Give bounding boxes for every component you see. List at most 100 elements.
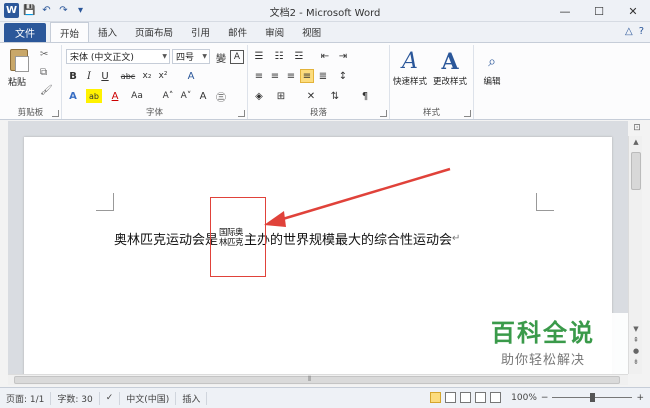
shading-icon[interactable]: ◈ [252, 89, 266, 103]
horizontal-scroll-thumb[interactable] [14, 376, 620, 384]
clipboard-group: 粘贴 ✂ ⧉ 🖌 剪贴板 [0, 45, 62, 119]
shrink-font-icon[interactable]: A˅ [178, 89, 194, 103]
tab-references[interactable]: 引用 [182, 22, 219, 42]
styles-group: A 快速样式 A 更改样式 样式 [390, 45, 474, 119]
zoom-slider[interactable] [552, 393, 633, 402]
font-name-combo[interactable]: 宋体 (中文正文) ▼ [66, 49, 170, 64]
strikethrough-button[interactable]: abc [118, 69, 138, 83]
zoom-out-button[interactable]: − [541, 393, 549, 403]
insert-mode[interactable]: 插入 [176, 391, 208, 405]
customize-qat-icon[interactable]: ▾ [74, 4, 87, 17]
quick-styles-icon: A [402, 49, 418, 74]
copy-icon[interactable]: ⧉ [40, 67, 47, 78]
subscript-button[interactable]: x₂ [140, 69, 154, 83]
character-border-icon[interactable]: A [230, 50, 244, 64]
asian-layout-icon[interactable]: ✕ [304, 89, 318, 103]
tab-insert[interactable]: 插入 [89, 22, 126, 42]
close-button[interactable]: ✕ [616, 0, 650, 22]
redo-icon[interactable]: ↷ [57, 4, 70, 17]
horizontal-scrollbar[interactable]: ⦀ [8, 374, 628, 385]
zoom-slider-thumb[interactable] [590, 393, 596, 402]
increase-indent-icon[interactable]: ⇥ [336, 49, 350, 63]
zoom-in-button[interactable]: + [636, 393, 644, 403]
change-styles-button[interactable]: A 更改样式 [432, 49, 468, 87]
web-layout-view-icon[interactable] [460, 392, 472, 403]
vertical-scrollbar[interactable]: ▲ ▼ ⇞ ● ⇟ [628, 136, 642, 374]
font-launcher-icon[interactable] [238, 110, 245, 117]
superscript-button[interactable]: x² [156, 69, 170, 83]
language-indicator[interactable]: 中文(中国) [120, 391, 177, 405]
line-spacing-icon[interactable]: ↕ [336, 69, 350, 83]
styles-group-label: 样式 [422, 108, 440, 118]
sort-icon[interactable]: ⇅ [328, 89, 342, 103]
undo-icon[interactable]: ↶ [40, 4, 53, 17]
minimize-ribbon-icon[interactable]: △ [625, 26, 633, 37]
show-marks-icon[interactable]: ¶ [358, 89, 372, 103]
help-icon[interactable]: ? [639, 26, 644, 37]
justify-icon[interactable]: ≡ [300, 69, 314, 83]
enclosed-characters-icon[interactable]: ㊂ [214, 89, 228, 104]
tab-page-layout[interactable]: 页面布局 [126, 22, 182, 42]
word-logo-icon[interactable]: W [4, 3, 19, 18]
align-center-icon[interactable]: ≡ [268, 69, 282, 83]
paste-button[interactable]: 粘贴 [8, 75, 26, 88]
phonetic-guide-icon[interactable]: 變 [214, 50, 228, 65]
italic-button[interactable]: I [82, 69, 96, 83]
tab-view[interactable]: 视图 [293, 22, 330, 42]
align-left-icon[interactable]: ≡ [252, 69, 266, 83]
page-count[interactable]: 页面: 1/1 [0, 391, 52, 405]
format-painter-icon[interactable]: 🖌 [40, 85, 53, 96]
scroll-up-icon[interactable]: ▲ [629, 138, 643, 146]
tab-home[interactable]: 开始 [50, 22, 90, 42]
multilevel-list-icon[interactable]: ☲ [292, 49, 306, 63]
change-case-icon[interactable]: Aa [128, 89, 146, 103]
quick-access-toolbar: W 💾 ↶ ↷ ▾ [4, 3, 87, 18]
maximize-button[interactable]: ☐ [582, 0, 616, 22]
word-count[interactable]: 字数: 30 [51, 391, 100, 405]
styles-launcher-icon[interactable] [464, 110, 471, 117]
change-styles-label: 更改样式 [432, 77, 467, 87]
browse-object-icon[interactable]: ● [629, 346, 643, 357]
minimize-button[interactable]: — [548, 0, 582, 22]
highlight-icon[interactable]: ab [86, 89, 102, 103]
scroll-down-icon[interactable]: ▼ [629, 324, 643, 335]
previous-page-icon[interactable]: ⇞ [629, 335, 643, 346]
clear-format-small-icon[interactable]: A [196, 89, 210, 103]
clear-formatting-icon[interactable]: A [184, 69, 198, 83]
editing-label: 编辑 [483, 77, 501, 87]
draft-view-icon[interactable] [490, 392, 502, 403]
grow-font-icon[interactable]: A˄ [160, 89, 176, 103]
quick-styles-button[interactable]: A 快速样式 [392, 49, 428, 87]
binoculars-icon: ⌕ [488, 54, 496, 70]
vertical-scroll-thumb[interactable] [631, 152, 641, 190]
outline-view-icon[interactable] [475, 392, 487, 403]
numbering-icon[interactable]: ☷ [272, 49, 286, 63]
tab-mailings[interactable]: 邮件 [219, 22, 256, 42]
cut-icon[interactable]: ✂ [40, 49, 48, 60]
zoom-level[interactable]: 100% [511, 393, 537, 403]
scroll-grip-icon: ⦀ [308, 375, 312, 383]
save-icon[interactable]: 💾 [23, 4, 36, 17]
font-size-combo[interactable]: 四号 ▼ [172, 49, 210, 64]
paragraph-launcher-icon[interactable] [380, 110, 387, 117]
proofing-icon[interactable]: ✓ [100, 391, 121, 405]
ruler-toggle-icon[interactable]: ⊡ [630, 120, 644, 136]
full-screen-view-icon[interactable] [445, 392, 457, 403]
text-effects-icon[interactable]: A [66, 89, 80, 103]
decrease-indent-icon[interactable]: ⇤ [318, 49, 332, 63]
borders-icon[interactable]: ⊞ [274, 89, 288, 103]
font-color-icon[interactable]: A [108, 89, 122, 103]
editing-button[interactable]: ⌕ 编辑 [478, 49, 506, 87]
align-right-icon[interactable]: ≡ [284, 69, 298, 83]
paste-icon[interactable] [10, 49, 29, 72]
underline-button[interactable]: U [98, 69, 112, 83]
distributed-icon[interactable]: ≣ [316, 69, 330, 83]
clipboard-launcher-icon[interactable] [52, 110, 59, 117]
tab-file[interactable]: 文件 [4, 23, 46, 42]
tab-review[interactable]: 审阅 [256, 22, 293, 42]
bold-button[interactable]: B [66, 69, 80, 83]
next-page-icon[interactable]: ⇟ [629, 357, 643, 368]
bullets-icon[interactable]: ☰ [252, 49, 266, 63]
print-layout-view-icon[interactable] [430, 392, 442, 403]
ribbon-tabs: 开始 插入 页面布局 引用 邮件 审阅 视图 [50, 22, 330, 42]
